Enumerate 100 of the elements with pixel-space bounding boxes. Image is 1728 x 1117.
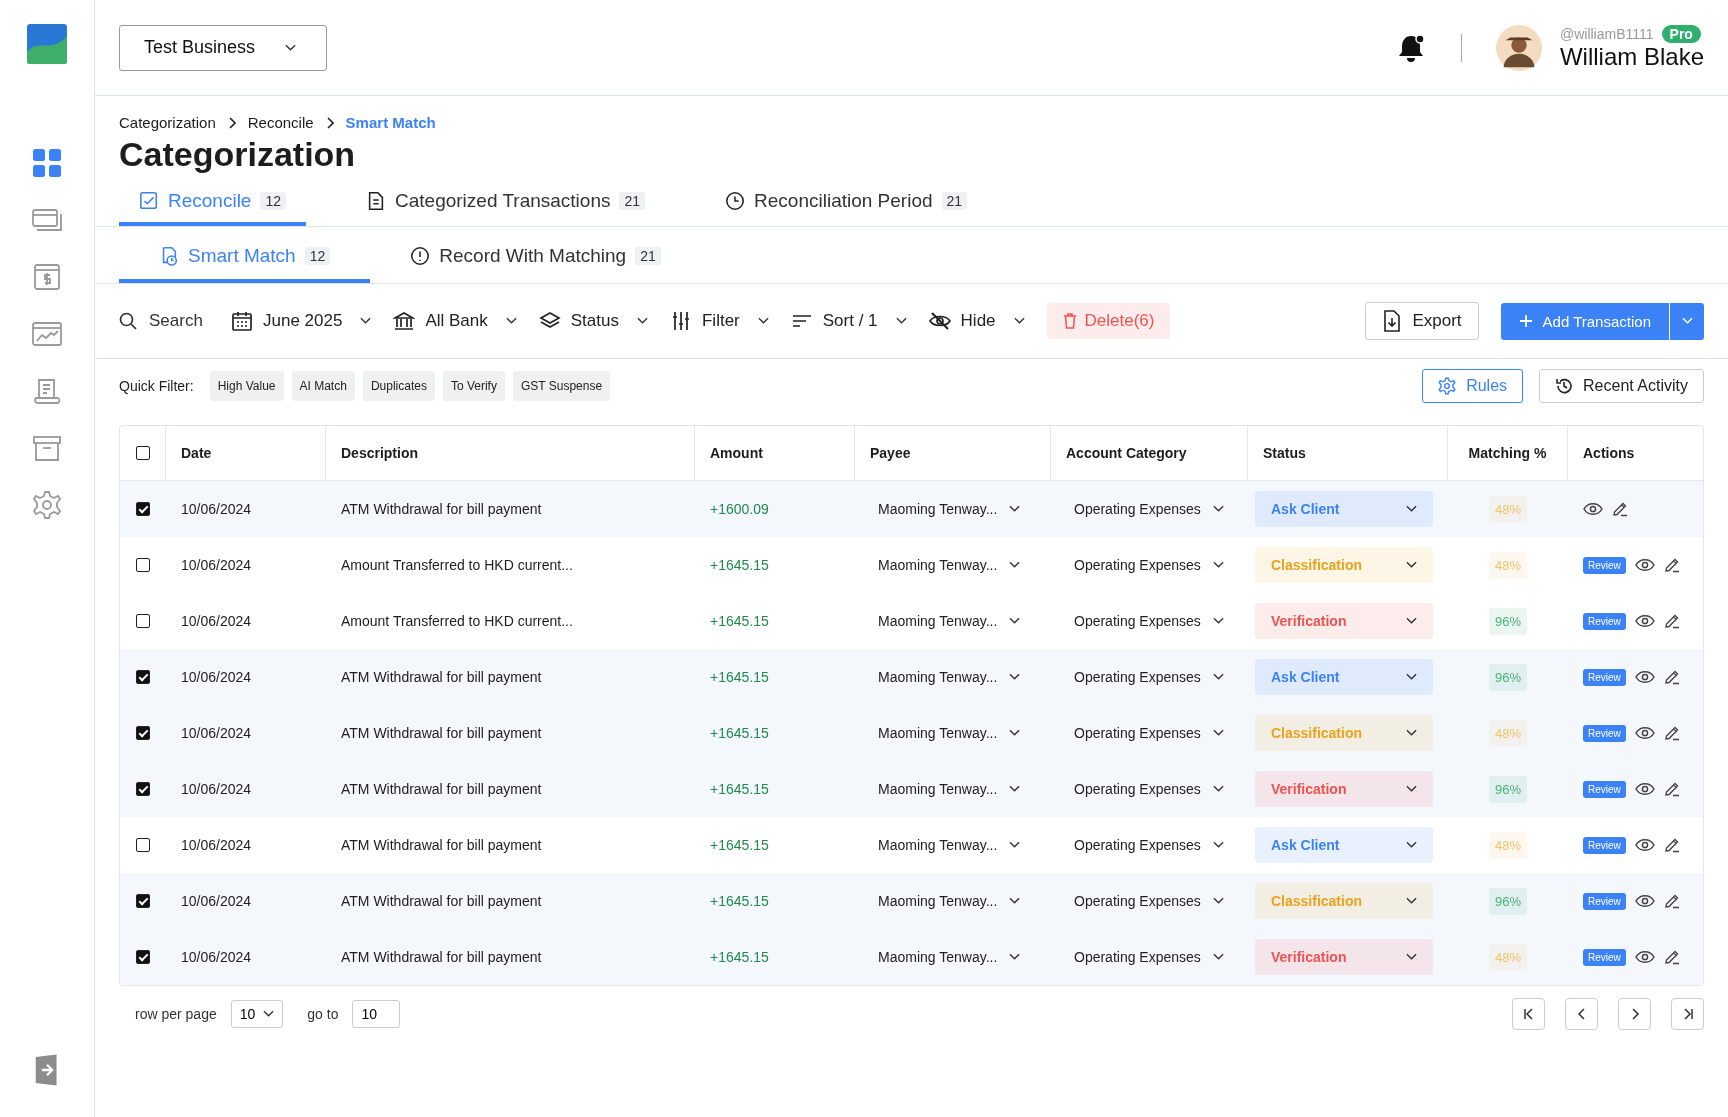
breadcrumb-link[interactable]: Smart Match [345,114,436,131]
payee-dropdown[interactable]: Maoming Tenway... [870,669,1029,685]
row-checkbox[interactable] [136,726,150,740]
edit-icon[interactable] [1663,557,1680,573]
payee-dropdown[interactable]: Maoming Tenway... [870,949,1029,965]
edit-icon[interactable] [1663,893,1680,909]
last-page-button[interactable] [1671,998,1704,1030]
business-dropdown[interactable]: Test Business [119,24,327,71]
receipt-icon[interactable] [32,376,62,406]
edit-icon[interactable] [1663,949,1680,965]
settings-icon[interactable] [32,490,62,520]
avatar[interactable] [1495,24,1542,71]
tab[interactable]: Reconciliation Period 21 [705,174,988,226]
subtab[interactable]: Record With Matching 21 [370,227,701,283]
edit-icon[interactable] [1663,613,1680,629]
chart-icon[interactable] [32,319,62,349]
row-checkbox[interactable] [136,950,150,964]
archive-icon[interactable] [32,433,62,463]
previous-page-button[interactable] [1565,998,1598,1030]
breadcrumb-link[interactable]: Categorization [119,114,216,131]
table-cell: Amount Transferred to HKD current... [341,613,573,629]
recent-activity-button[interactable]: Recent Activity [1539,369,1704,403]
breadcrumb-link[interactable]: Reconcile [247,114,314,131]
edit-icon[interactable] [1663,669,1680,685]
review-button[interactable]: Review [1583,668,1626,686]
category-dropdown[interactable]: Operating Expenses [1066,613,1232,629]
view-icon[interactable] [1634,950,1655,964]
view-icon[interactable] [1634,782,1655,796]
review-button[interactable]: Review [1583,892,1626,910]
view-icon[interactable] [1634,614,1655,628]
payee-dropdown[interactable]: Maoming Tenway... [870,613,1029,629]
rules-button[interactable]: Rules [1422,369,1524,403]
category-dropdown[interactable]: Operating Expenses [1066,949,1232,965]
row-checkbox[interactable] [136,614,150,628]
payee-dropdown[interactable]: Maoming Tenway... [870,725,1029,741]
dashboard-icon[interactable] [32,148,62,178]
view-icon[interactable] [1634,558,1655,572]
row-checkbox[interactable] [136,502,150,516]
review-button[interactable]: Review [1583,612,1626,630]
filter-dropdown[interactable]: Status [538,310,648,332]
edit-icon[interactable] [1663,781,1680,797]
quick-filter-chip[interactable]: High Value [209,371,284,401]
first-page-icon [1522,1008,1535,1020]
review-button[interactable]: Review [1583,780,1626,798]
view-icon[interactable] [1634,726,1655,740]
row-checkbox[interactable] [136,838,150,852]
edit-icon[interactable] [1612,501,1628,517]
category-dropdown[interactable]: Operating Expenses [1066,781,1232,797]
row-checkbox[interactable] [136,894,150,908]
view-icon[interactable] [1634,838,1655,852]
category-dropdown[interactable]: Operating Expenses [1066,501,1232,517]
payee-dropdown[interactable]: Maoming Tenway... [870,501,1029,517]
add-options-dropdown[interactable] [1670,302,1704,340]
tab[interactable]: Categorized Transactions 21 [346,174,666,226]
dollar-window-icon[interactable] [32,262,62,292]
amount-cell: +1645.15 [710,669,769,685]
edit-icon[interactable] [1663,725,1680,741]
view-icon[interactable] [1634,670,1655,684]
category-dropdown[interactable]: Operating Expenses [1066,557,1232,573]
filter-dropdown[interactable]: June 2025 [231,310,372,332]
rows-per-page-dropdown[interactable]: 10 [230,1000,284,1028]
review-button[interactable]: Review [1583,836,1626,854]
next-page-button[interactable] [1618,998,1651,1030]
row-checkbox[interactable] [136,670,150,684]
review-button[interactable]: Review [1583,556,1626,574]
edit-icon[interactable] [1663,837,1680,853]
category-dropdown[interactable]: Operating Expenses [1066,669,1232,685]
first-page-button[interactable] [1512,998,1545,1030]
payee-dropdown[interactable]: Maoming Tenway... [870,557,1029,573]
quick-filter-chip[interactable]: AI Match [291,371,355,401]
chevron-down-icon [1406,953,1417,961]
payee-dropdown[interactable]: Maoming Tenway... [870,781,1029,797]
select-all-checkbox[interactable] [135,446,150,460]
count-badge: 21 [619,192,646,210]
subtab[interactable]: Smart Match 12 [119,227,371,283]
category-dropdown[interactable]: Operating Expenses [1066,837,1232,853]
row-checkbox[interactable] [136,782,150,796]
filter-dropdown[interactable]: All Bank [393,310,517,332]
filter-dropdown[interactable]: Hide [928,310,1025,332]
quick-filter-chip[interactable]: Duplicates [362,371,435,401]
go-to-label: go to [307,1006,339,1022]
go-to-page-field[interactable]: 10 [352,1000,401,1028]
payee-dropdown[interactable]: Maoming Tenway... [870,837,1029,853]
review-button[interactable]: Review [1583,948,1626,966]
category-dropdown[interactable]: Operating Expenses [1066,893,1232,909]
quick-filter-chip[interactable]: To Verify [442,371,505,401]
quick-filter-chip[interactable]: GST Suspense [512,371,611,401]
add-transaction-button[interactable]: Add Transaction [1500,302,1669,340]
filter-dropdown[interactable]: Filter [670,310,769,332]
chevron-down-icon [1406,897,1417,905]
view-icon[interactable] [1583,502,1603,516]
payee-dropdown[interactable]: Maoming Tenway... [870,893,1029,909]
eye-off-icon [928,310,951,332]
review-button[interactable]: Review [1583,724,1626,742]
view-icon[interactable] [1634,894,1655,908]
category-dropdown[interactable]: Operating Expenses [1066,725,1232,741]
export-button[interactable]: Export [1365,302,1479,340]
row-checkbox[interactable] [136,558,150,572]
tab[interactable]: Reconcile 12 [119,174,306,226]
filter-dropdown[interactable]: Sort / 1 [790,310,907,332]
